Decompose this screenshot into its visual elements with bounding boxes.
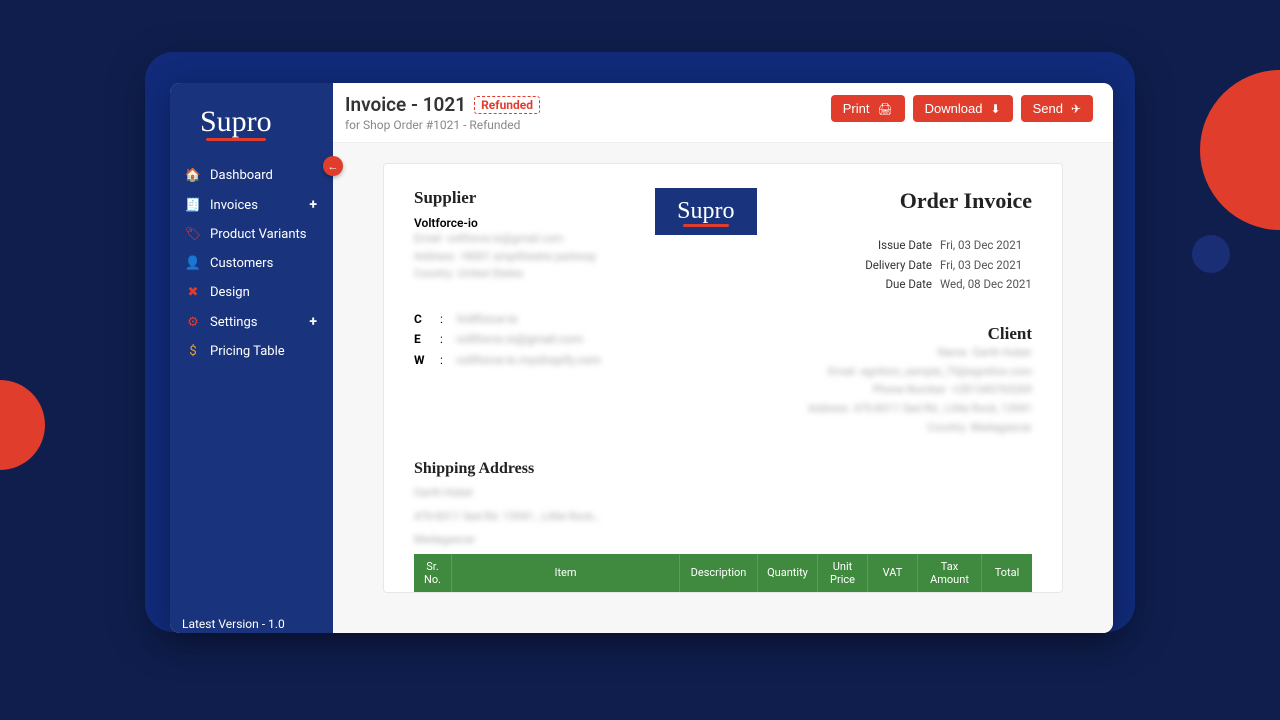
home-icon: 🏠: [186, 168, 200, 183]
arrow-left-icon: ←: [328, 160, 339, 173]
user-icon: 👤: [186, 256, 200, 271]
tags-icon: 🏷: [186, 227, 200, 242]
decor-circle-left: [0, 380, 45, 470]
title-block: Invoice - 1021 Refunded for Shop Order #…: [345, 93, 811, 132]
file-icon: 🧾: [186, 198, 200, 213]
supplier-contact: C:Voltforce-io E:voltforce.io@gmail.com …: [414, 309, 601, 370]
decor-circle-small: [1192, 235, 1230, 273]
shipping-block: Shipping Address Garth Huber 470-8311 Se…: [414, 460, 1032, 549]
main-panel: Invoice - 1021 Refunded for Shop Order #…: [333, 83, 1113, 633]
sidebar-label: Design: [210, 285, 250, 300]
th-item: Item: [452, 554, 680, 592]
dollar-icon: $: [186, 344, 200, 359]
th-total: Total: [982, 554, 1032, 592]
plus-icon[interactable]: +: [309, 314, 317, 330]
sidebar-item-customers[interactable]: 👤 Customers: [170, 249, 333, 278]
sidebar-item-product-variants[interactable]: 🏷 Product Variants: [170, 220, 333, 249]
tools-icon: ✖: [186, 285, 200, 300]
supplier-name: Voltforce-io: [414, 216, 601, 230]
sidebar-label: Product Variants: [210, 227, 307, 242]
client-block: Client Name Garth Huber Email egnition_s…: [808, 324, 1032, 437]
sidebar: Supro 🏠 Dashboard 🧾 Invoices + 🏷 Product…: [170, 83, 333, 633]
sidebar-item-pricing[interactable]: $ Pricing Table: [170, 337, 333, 366]
app-window: Supro 🏠 Dashboard 🧾 Invoices + 🏷 Product…: [170, 83, 1113, 633]
th-price: Unit Price: [818, 554, 868, 592]
sidebar-nav: 🏠 Dashboard 🧾 Invoices + 🏷 Product Varia…: [170, 157, 333, 370]
download-button[interactable]: Download ⬇: [913, 95, 1013, 122]
plus-icon[interactable]: +: [309, 197, 317, 213]
th-desc: Description: [680, 554, 758, 592]
supplier-country: Country United States: [414, 265, 601, 283]
brand-logo-on-invoice: Supro: [677, 198, 734, 225]
th-qty: Quantity: [758, 554, 818, 592]
invoice-card: Supplier Voltforce-io Email voltforce.io…: [383, 163, 1063, 593]
button-label: Download: [925, 101, 983, 116]
action-bar: Print 🖨 Download ⬇ Send ✈: [831, 95, 1093, 122]
sidebar-item-dashboard[interactable]: 🏠 Dashboard: [170, 161, 333, 190]
th-tax: Tax Amount: [918, 554, 982, 592]
th-sr: Sr. No.: [414, 554, 452, 592]
page-title: Invoice - 1021: [345, 93, 466, 116]
supplier-email: Email voltforce.io@gmail.com: [414, 230, 601, 248]
th-vat: VAT: [868, 554, 918, 592]
send-icon: ✈: [1071, 102, 1081, 116]
version-label: Latest Version - 1.0: [170, 611, 330, 637]
gear-icon: ⚙: [186, 315, 200, 330]
button-label: Print: [843, 101, 870, 116]
sidebar-label: Customers: [210, 256, 273, 271]
order-meta: Order Invoice Issue DateFri, 03 Dec 2021…: [865, 188, 1032, 295]
supplier-block: Supplier Voltforce-io Email voltforce.io…: [414, 188, 601, 370]
sidebar-collapse-button[interactable]: ←: [323, 156, 343, 176]
download-icon: ⬇: [991, 102, 1001, 116]
supplier-address: Address 18001 ampitheatre parkway: [414, 248, 601, 266]
sidebar-item-design[interactable]: ✖ Design: [170, 278, 333, 307]
order-dates: Issue DateFri, 03 Dec 2021 Delivery Date…: [865, 236, 1032, 295]
brand-logo: Supro: [200, 105, 272, 139]
send-button[interactable]: Send ✈: [1021, 95, 1093, 122]
button-label: Send: [1033, 101, 1063, 116]
shipping-name: Garth Huber: [414, 484, 1032, 502]
invoice-logo: Supro: [655, 188, 756, 235]
page-subtitle: for Shop Order #1021 - Refunded: [345, 118, 811, 132]
shipping-heading: Shipping Address: [414, 460, 1032, 478]
brand-area: Supro: [170, 83, 333, 157]
line-items-header: Sr. No. Item Description Quantity Unit P…: [414, 554, 1032, 592]
shipping-line: 470-8311 Sed Rd. 13941., Little Rock.,: [414, 508, 1032, 526]
decor-circle-right: [1200, 70, 1280, 230]
order-title: Order Invoice: [865, 188, 1032, 214]
invoice-stage: Supplier Voltforce-io Email voltforce.io…: [333, 143, 1113, 613]
sidebar-label: Pricing Table: [210, 344, 285, 359]
sidebar-label: Dashboard: [210, 168, 273, 183]
printer-icon: 🖨: [877, 102, 892, 116]
client-heading: Client: [808, 324, 1032, 344]
supplier-heading: Supplier: [414, 188, 601, 208]
sidebar-label: Invoices: [210, 198, 258, 213]
status-badge: Refunded: [474, 96, 540, 114]
sidebar-item-invoices[interactable]: 🧾 Invoices +: [170, 190, 333, 220]
sidebar-item-settings[interactable]: ⚙ Settings +: [170, 307, 333, 337]
sidebar-label: Settings: [210, 315, 257, 330]
shipping-country: Madagascar: [414, 531, 1032, 549]
print-button[interactable]: Print 🖨: [831, 95, 905, 122]
topbar: Invoice - 1021 Refunded for Shop Order #…: [333, 83, 1113, 143]
